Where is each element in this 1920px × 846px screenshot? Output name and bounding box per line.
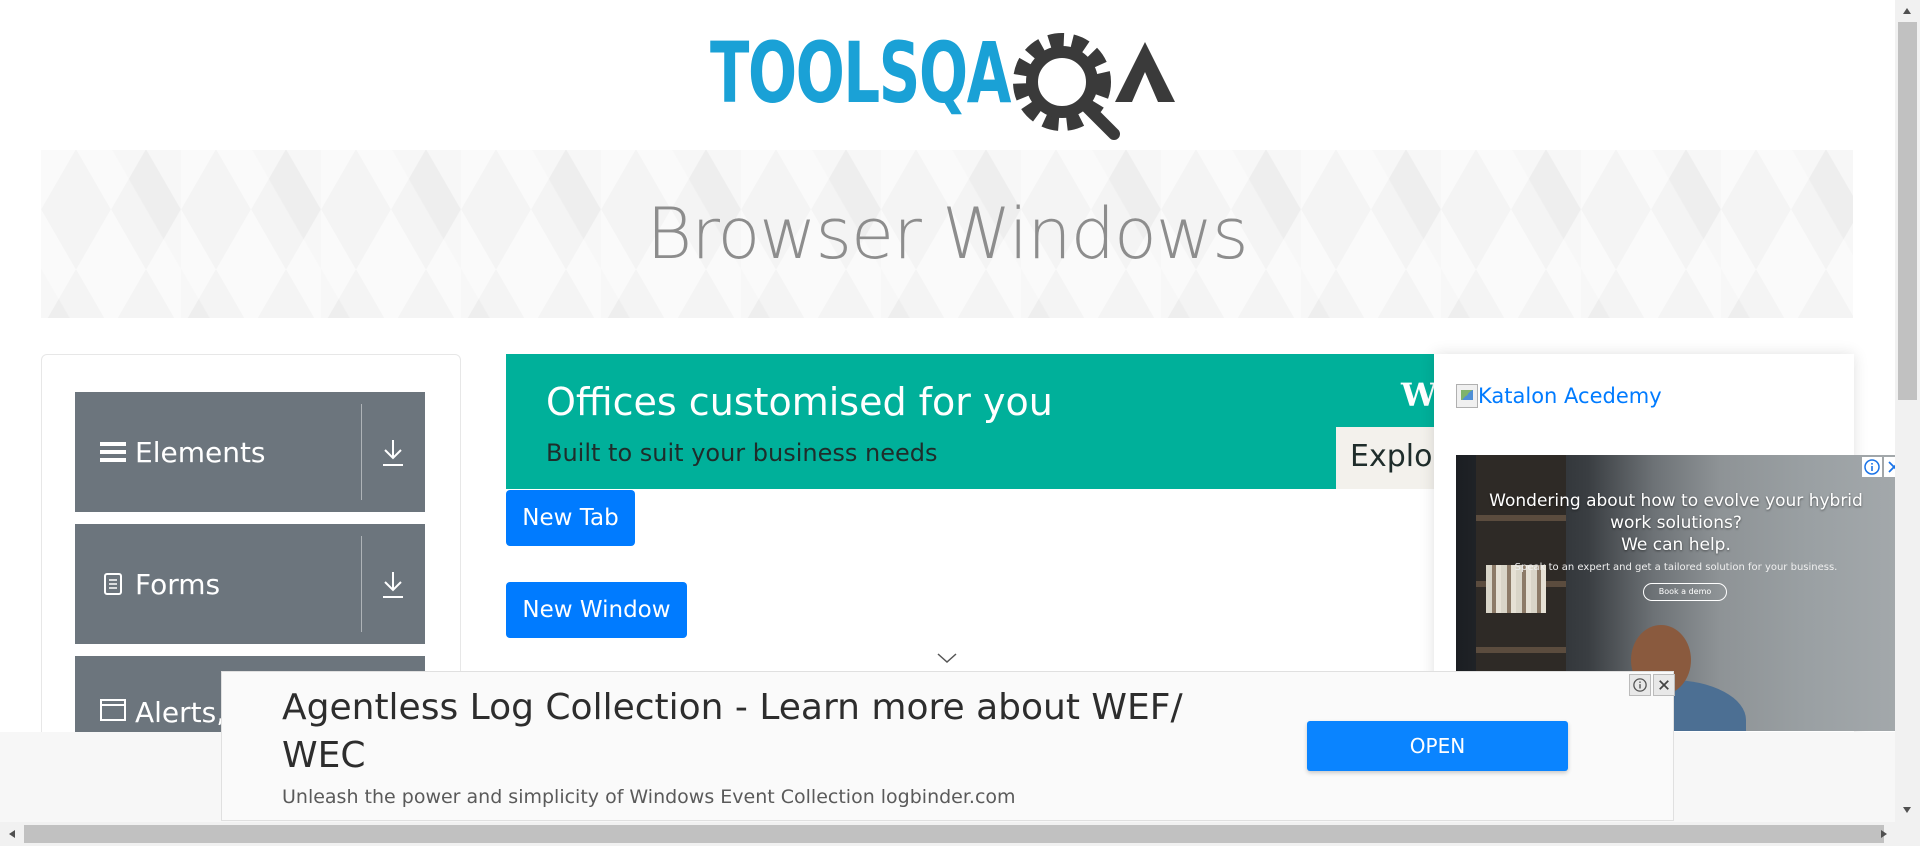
- download-icon[interactable]: [380, 438, 406, 468]
- katalon-link-text: Katalon Acedemy: [1478, 384, 1662, 408]
- sidebar-item-label: Elements: [135, 435, 266, 469]
- window-icon: [99, 696, 127, 724]
- document-icon: [99, 570, 127, 598]
- gear-icon: [1013, 33, 1120, 140]
- ad-brand-letter: W: [1401, 376, 1434, 414]
- ad-explore-button[interactable]: Explo: [1336, 427, 1434, 489]
- bottom-ad[interactable]: Agentless Log Collection - Learn more ab…: [221, 671, 1675, 821]
- ad-title: Offices customised for you: [546, 380, 1053, 424]
- ad-info-icon[interactable]: [1862, 457, 1882, 477]
- scroll-down-icon[interactable]: [1899, 802, 1915, 818]
- sidebar-item-forms[interactable]: Forms: [75, 524, 425, 644]
- bottom-ad-title[interactable]: Agentless Log Collection - Learn more ab…: [282, 684, 1242, 780]
- sidebar-item-label: Forms: [135, 567, 221, 601]
- ad-info-icon[interactable]: [1629, 674, 1651, 696]
- page-title: Browser Windows: [646, 193, 1248, 275]
- right-ad-small-text: Speak to an expert and get a tailored so…: [1514, 562, 1838, 573]
- divider: [361, 536, 362, 632]
- hamburger-icon: [99, 438, 127, 466]
- ad-close-icon[interactable]: [1653, 674, 1675, 696]
- scroll-up-icon[interactable]: [1899, 3, 1915, 19]
- new-window-button[interactable]: New Window: [506, 582, 687, 638]
- sidebar-item-elements[interactable]: Elements: [75, 392, 425, 512]
- sidebar-item-label: Alerts,: [135, 696, 226, 729]
- chevron-down-icon[interactable]: [935, 650, 959, 666]
- vertical-scrollbar-thumb[interactable]: [1898, 22, 1917, 400]
- bottom-ad-subtitle: Unleash the power and simplicity of Wind…: [282, 786, 1016, 808]
- new-tab-button[interactable]: New Tab: [506, 490, 635, 546]
- download-icon[interactable]: [380, 570, 406, 600]
- katalon-academy-link[interactable]: Katalon Acedemy: [1456, 384, 1662, 408]
- ad-controls: [1629, 674, 1675, 696]
- scroll-right-icon[interactable]: [1876, 826, 1892, 842]
- broken-image-icon: [1456, 384, 1478, 408]
- logo-letter-a: [1115, 42, 1175, 102]
- page-banner: Browser Windows: [41, 150, 1853, 318]
- ad-subtitle: Built to suit your business needs: [546, 439, 938, 467]
- scroll-left-icon[interactable]: [4, 826, 20, 842]
- open-button[interactable]: OPEN: [1307, 721, 1568, 771]
- divider: [361, 404, 362, 500]
- horizontal-scrollbar-thumb[interactable]: [24, 825, 1884, 843]
- right-ad-text: Wondering about how to evolve your hybri…: [1489, 491, 1863, 555]
- book-demo-button[interactable]: Book a demo: [1643, 583, 1727, 601]
- svg-text:TOOLSQA: TOOLSQA: [710, 24, 1011, 122]
- ad-banner-top[interactable]: Offices customised for you Built to suit…: [506, 354, 1434, 489]
- logo-text-tools: TOOLSQA: [710, 24, 1013, 122]
- toolsqa-logo[interactable]: TOOLSQA: [700, 20, 1200, 140]
